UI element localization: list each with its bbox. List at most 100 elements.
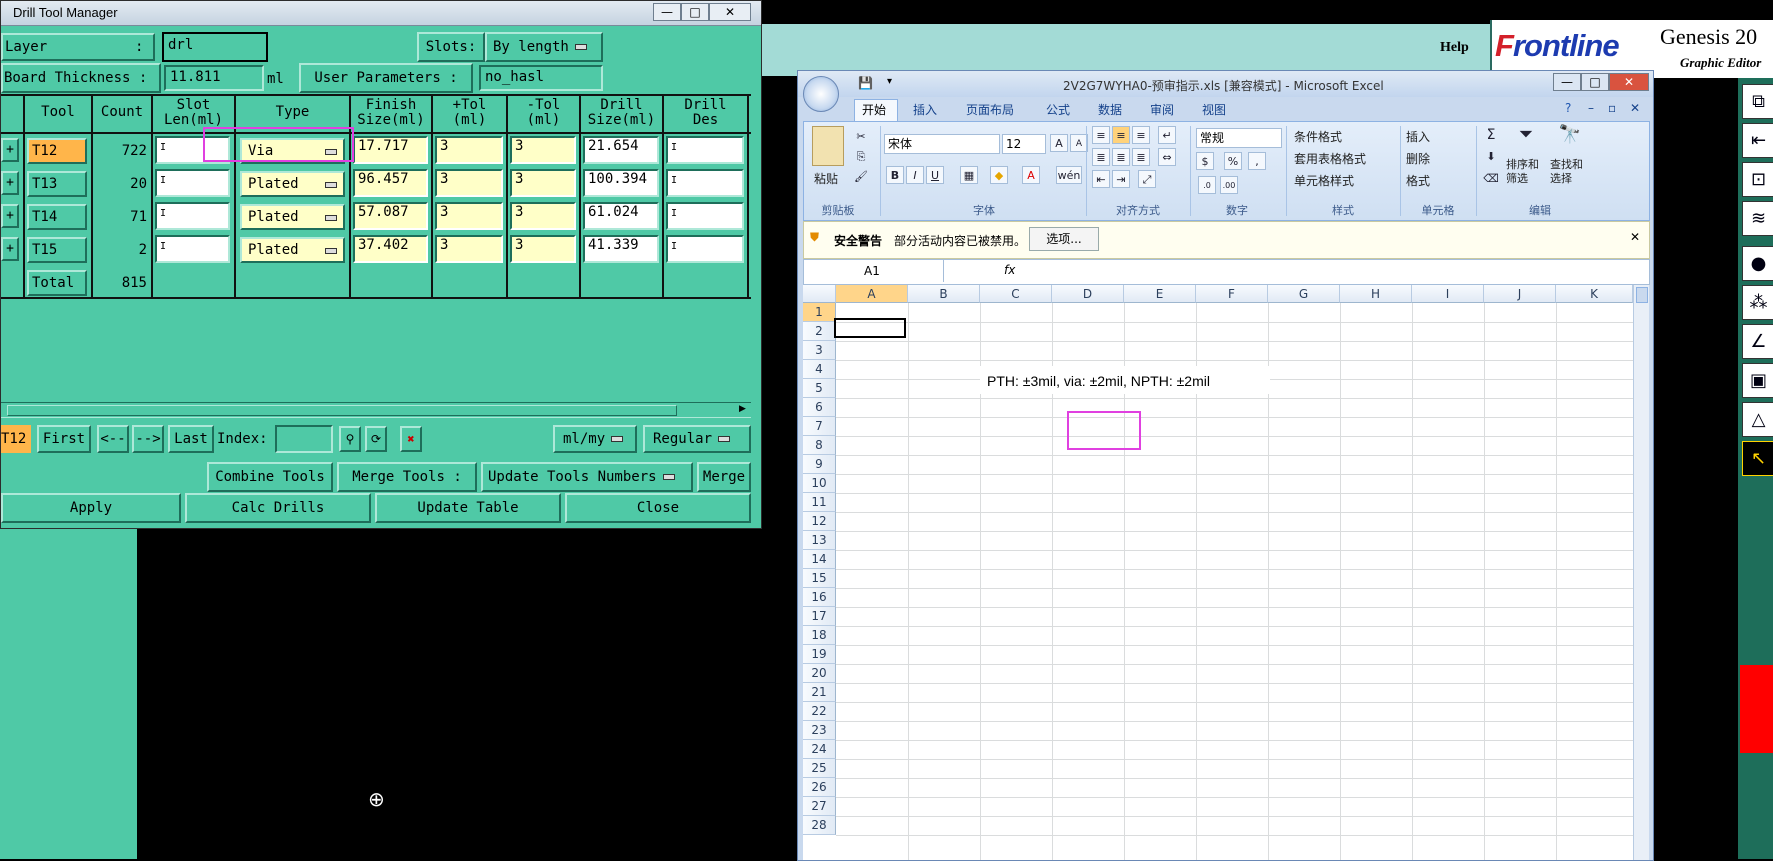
row-header[interactable]: 19 (803, 645, 836, 664)
cut-icon[interactable]: ✂ (852, 128, 870, 146)
quick-access-dropdown-icon[interactable]: ▾ (887, 76, 892, 87)
font-color-icon[interactable]: A (1022, 166, 1040, 184)
finish-size-input[interactable]: 37.402 (353, 235, 428, 263)
security-options-button[interactable]: 选项... (1029, 227, 1099, 251)
align-center-icon[interactable]: ≣ (1112, 148, 1130, 166)
tool-cell[interactable]: T13 (27, 171, 87, 197)
column-header-a[interactable]: A (836, 285, 908, 303)
paste-icon[interactable] (812, 126, 844, 166)
sort-filter-icon[interactable]: ⏷ (1512, 126, 1540, 154)
row-header[interactable]: 25 (803, 759, 836, 778)
column-header-h[interactable]: H (1340, 285, 1412, 303)
tab-data[interactable]: 数据 (1098, 101, 1122, 118)
align-top-icon[interactable]: ≡ (1092, 126, 1110, 144)
network-icon[interactable]: ⁂ (1742, 285, 1773, 320)
slot-len-input[interactable]: I (155, 169, 230, 197)
bold-icon[interactable]: B (886, 166, 904, 184)
drill-des-input[interactable]: I (666, 136, 744, 164)
align-bottom-icon[interactable]: ≡ (1132, 126, 1150, 144)
excel-maximize-button[interactable]: □ (1581, 73, 1609, 91)
slot-len-input[interactable]: I (155, 202, 230, 230)
conditional-format-button[interactable]: 条件格式 (1294, 128, 1342, 145)
row-header[interactable]: 5 (803, 379, 836, 398)
number-format-combo[interactable]: 常规 (1196, 128, 1282, 148)
type-dropdown[interactable]: Plated (240, 171, 345, 197)
tab-view[interactable]: 视图 (1202, 101, 1226, 118)
type-dropdown[interactable]: Plated (240, 204, 345, 230)
minus-tol-input[interactable]: 3 (510, 169, 576, 197)
type-dropdown[interactable]: Plated (240, 237, 345, 263)
insert-cells-button[interactable]: 插入 (1406, 128, 1430, 145)
name-box[interactable]: A1 (804, 260, 944, 282)
ribbon-minimize-icon[interactable]: – (1588, 101, 1594, 115)
row-header[interactable]: 4 (803, 360, 836, 379)
next-button[interactable]: --> (132, 425, 164, 453)
copy-icon[interactable]: ⧉ (1742, 84, 1773, 119)
index-input[interactable] (275, 425, 333, 453)
orientation-icon[interactable]: ⤢ (1138, 170, 1156, 188)
decrease-indent-icon[interactable]: ⇤ (1092, 170, 1110, 188)
row-header[interactable]: 24 (803, 740, 836, 759)
format-cells-button[interactable]: 格式 (1406, 172, 1430, 189)
finish-size-input[interactable]: 96.457 (353, 169, 428, 197)
column-header-i[interactable]: I (1412, 285, 1484, 303)
drill-size-input[interactable]: 61.024 (583, 202, 659, 230)
column-header-j[interactable]: J (1484, 285, 1556, 303)
user-parameters-button[interactable]: User Parameters : (299, 63, 473, 93)
shape-icon[interactable]: ▣ (1742, 363, 1773, 398)
tab-formulas[interactable]: 公式 (1046, 101, 1070, 118)
expand-row-button[interactable]: + (1, 171, 19, 195)
row-header[interactable]: 26 (803, 778, 836, 797)
slots-dropdown[interactable]: By length (485, 32, 603, 62)
row-header[interactable]: 18 (803, 626, 836, 645)
delete-icon[interactable]: ✖ (400, 426, 422, 452)
fill-icon[interactable]: ⬇ (1482, 148, 1500, 166)
save-icon[interactable]: 💾 (858, 76, 873, 90)
italic-icon[interactable]: I (906, 166, 924, 184)
column-header-d[interactable]: D (1052, 285, 1124, 303)
plus-tol-input[interactable]: 3 (435, 235, 503, 263)
plus-tol-input[interactable]: 3 (435, 136, 503, 164)
row-header[interactable]: 3 (803, 341, 836, 360)
selected-cell-a1[interactable] (834, 318, 906, 338)
wrap-text-icon[interactable]: ↵ (1158, 126, 1176, 144)
help-icon[interactable]: ? (1565, 101, 1571, 115)
drill-size-input[interactable]: 21.654 (583, 136, 659, 164)
update-table-button[interactable]: Update Table (375, 493, 561, 523)
autosum-icon[interactable]: Σ (1482, 126, 1500, 144)
find-icon[interactable]: 🔭 (1556, 126, 1584, 154)
first-button[interactable]: First (37, 425, 91, 453)
row-header[interactable]: 23 (803, 721, 836, 740)
align-right-icon[interactable]: ≣ (1132, 148, 1150, 166)
row-header[interactable]: 13 (803, 531, 836, 550)
clear-icon[interactable]: ⌫ (1482, 170, 1500, 188)
font-size-combo[interactable]: 12 (1002, 134, 1046, 154)
row-header[interactable]: 1 (803, 303, 836, 322)
row-header[interactable]: 10 (803, 474, 836, 493)
excel-minimize-button[interactable]: — (1553, 73, 1581, 91)
row-header[interactable]: 28 (803, 816, 836, 835)
row-header[interactable]: 16 (803, 588, 836, 607)
cell-styles-button[interactable]: 单元格样式 (1294, 172, 1354, 189)
row-header[interactable]: 21 (803, 683, 836, 702)
minus-tol-input[interactable]: 3 (510, 235, 576, 263)
prev-button[interactable]: <-- (97, 425, 129, 453)
row-header[interactable]: 6 (803, 398, 836, 417)
copy-icon[interactable]: ⎘ (852, 148, 870, 166)
plus-tol-input[interactable]: 3 (435, 169, 503, 197)
combine-tools-button[interactable]: Combine Tools (207, 462, 333, 492)
search-icon[interactable]: ⚲ (339, 426, 361, 452)
decrease-decimal-icon[interactable]: .00 (1220, 176, 1238, 194)
comma-icon[interactable]: , (1248, 152, 1266, 170)
finish-size-input[interactable]: 57.087 (353, 202, 428, 230)
scrollbar-thumb[interactable] (7, 405, 677, 416)
align-middle-icon[interactable]: ≡ (1112, 126, 1130, 144)
phonetic-icon[interactable]: wén (1056, 166, 1082, 184)
tool-cell[interactable]: T14 (27, 204, 87, 230)
slot-len-input[interactable]: I (155, 235, 230, 263)
row-header[interactable]: 27 (803, 797, 836, 816)
merge-center-icon[interactable]: ⇔ (1158, 148, 1176, 166)
close-window-button[interactable]: ✕ (709, 3, 751, 21)
last-button[interactable]: Last (168, 425, 214, 453)
row-header[interactable]: 2 (803, 322, 836, 341)
